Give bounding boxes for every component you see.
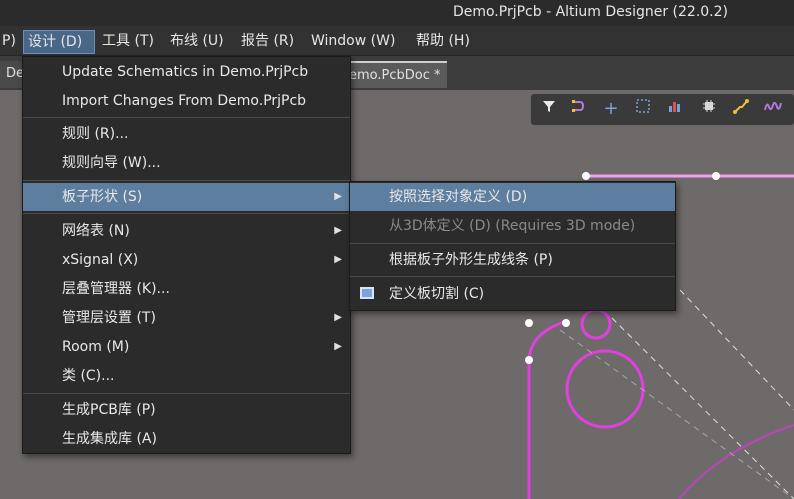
menu-item-rules[interactable]: 规则 (R)...	[23, 120, 350, 148]
submenu-item-define-from-3d-body: 从3D体定义 (D) (Requires 3D mode)	[389, 218, 636, 234]
menu-separator	[23, 393, 350, 394]
cross-icon[interactable]: +	[599, 98, 623, 120]
menu-item-label: xSignal (X)	[62, 252, 139, 268]
menu-item-make-integrated-library[interactable]: 生成集成库 (A)	[23, 425, 350, 453]
menu-separator	[350, 276, 675, 277]
outline-vertex	[525, 356, 533, 364]
guide-line	[679, 289, 794, 411]
outline-vertex	[582, 172, 590, 180]
wave-icon[interactable]	[761, 98, 785, 120]
board-arc	[678, 424, 794, 499]
menu-item-update-schematics[interactable]: Update Schematics in Demo.PrjPcb	[23, 58, 350, 86]
menu-help[interactable]: 帮助 (H)	[412, 30, 474, 54]
submenu-arrow-icon: ▶	[334, 191, 342, 202]
menu-item-xsignal[interactable]: xSignal (X) ▶	[23, 246, 350, 274]
submenu-arrow-icon: ▶	[334, 254, 342, 265]
design-menu: Update Schematics in Demo.PrjPcb Import …	[22, 56, 351, 454]
menu-item-label: 定义板切割 (C)	[389, 286, 485, 302]
filter-icon[interactable]	[537, 98, 561, 120]
menu-item-label: 板子形状 (S)	[62, 189, 143, 205]
menu-bar: P) 设计 (D) 工具 (T) 布线 (U) 报告 (R) Window (W…	[0, 26, 794, 56]
route-icon[interactable]	[567, 98, 591, 120]
select-rect-icon[interactable]	[631, 98, 655, 120]
menu-item-import-changes[interactable]: Import Changes From Demo.PrjPcb	[23, 87, 350, 115]
menu-project-partial[interactable]: P)	[0, 30, 20, 54]
title-bar: Demo.PrjPcb - Altium Designer (22.0.2)	[0, 0, 794, 26]
submenu-item-define-from-selected[interactable]: 按照选择对象定义 (D)	[350, 183, 675, 211]
mounting-hole-small	[580, 308, 612, 340]
tab-pcb-document[interactable]: emo.PcbDoc *	[343, 61, 447, 88]
menu-separator	[23, 213, 350, 214]
menu-item-room[interactable]: Room (M) ▶	[23, 333, 350, 361]
outline-vertex	[562, 319, 570, 327]
submenu-arrow-icon: ▶	[334, 225, 342, 236]
chart-icon[interactable]	[663, 98, 687, 120]
guide-line	[559, 329, 794, 499]
component-icon[interactable]	[697, 98, 721, 120]
menu-item-label: 网络表 (N)	[62, 223, 130, 239]
menu-item-label: Room (M)	[62, 339, 130, 355]
menu-item-manage-layer-sets[interactable]: 管理层设置 (T) ▶	[23, 304, 350, 332]
pcb-active-bar: +	[531, 94, 794, 125]
menu-route[interactable]: 布线 (U)	[166, 30, 228, 54]
menu-separator	[350, 243, 675, 244]
menu-tools[interactable]: 工具 (T)	[98, 30, 158, 54]
outline-vertex	[712, 172, 720, 180]
window-title: Demo.PrjPcb - Altium Designer (22.0.2)	[452, 4, 728, 20]
menu-item-rules-wizard[interactable]: 规则向导 (W)...	[23, 149, 350, 177]
submenu-item-define-board-cutout[interactable]: 定义板切割 (C)	[350, 280, 675, 308]
submenu-arrow-icon: ▶	[334, 341, 342, 352]
menu-separator	[23, 117, 350, 118]
menu-item-classes[interactable]: 类 (C)...	[23, 362, 350, 390]
menu-item-layer-stack-manager[interactable]: 层叠管理器 (K)...	[23, 275, 350, 303]
menu-item-label: 管理层设置 (T)	[62, 310, 156, 326]
board-cutout-icon	[360, 287, 374, 299]
menu-reports[interactable]: 报告 (R)	[237, 30, 298, 54]
menu-item-netlist[interactable]: 网络表 (N) ▶	[23, 217, 350, 245]
submenu-item-create-primitives[interactable]: 根据板子外形生成线条 (P)	[350, 246, 675, 274]
menu-window[interactable]: Window (W)	[307, 30, 399, 54]
menu-separator	[23, 180, 350, 181]
track-icon[interactable]	[729, 98, 753, 120]
outline-vertex	[525, 319, 533, 327]
menu-item-make-pcb-library[interactable]: 生成PCB库 (P)	[23, 396, 350, 424]
menu-item-board-shape[interactable]: 板子形状 (S) ▶	[23, 183, 350, 211]
board-shape-submenu: 按照选择对象定义 (D) 从3D体定义 (D) (Requires 3D mod…	[349, 181, 676, 311]
menu-design[interactable]: 设计 (D)	[23, 30, 95, 54]
submenu-arrow-icon: ▶	[334, 312, 342, 323]
